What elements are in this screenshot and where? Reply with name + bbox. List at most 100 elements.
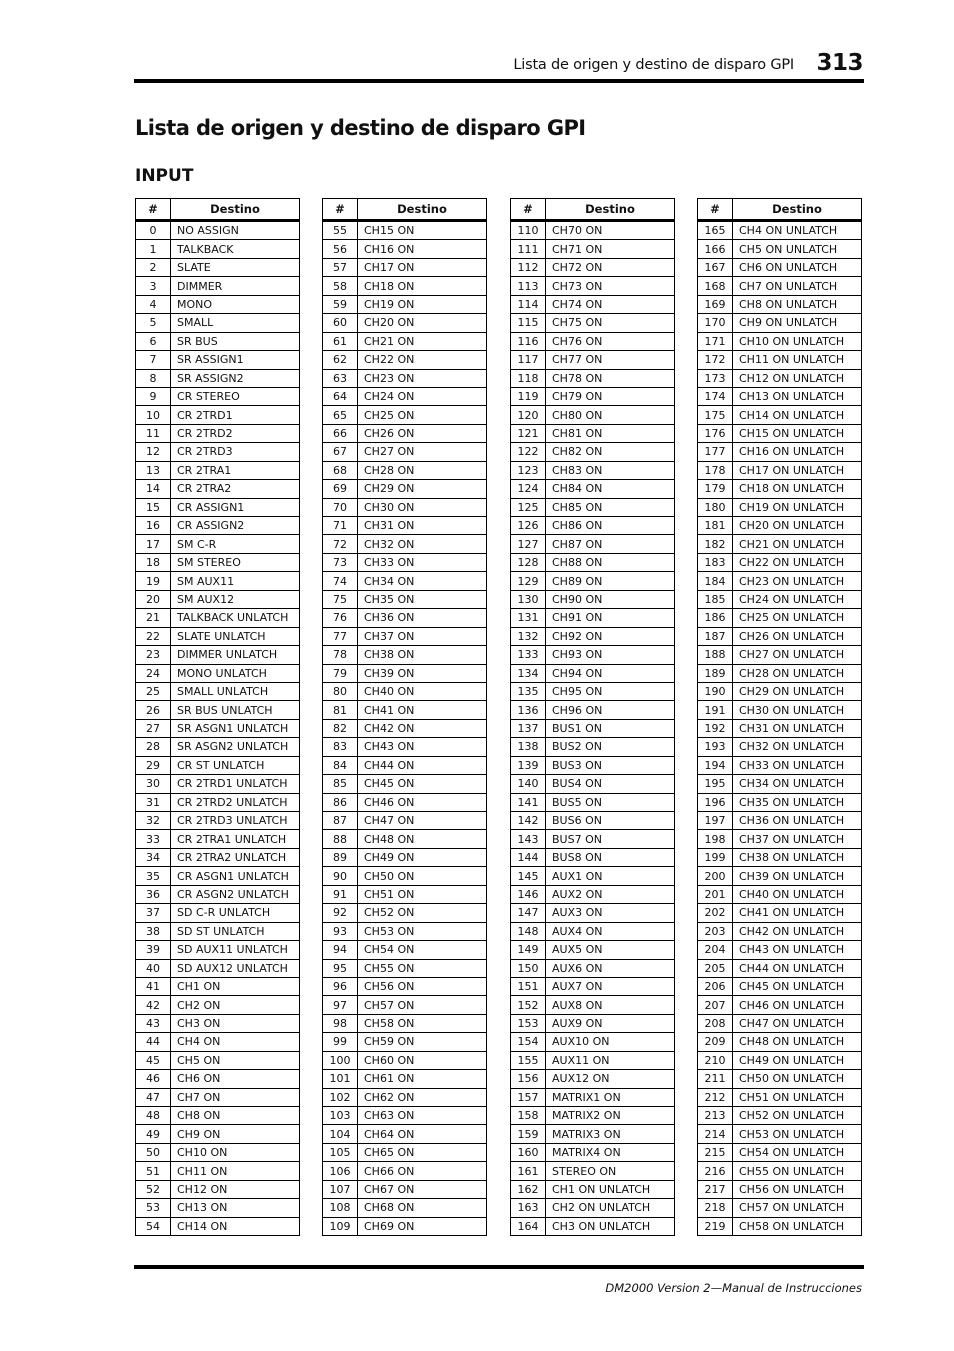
table-row: 181 CH20 ON UNLATCH bbox=[697, 515, 862, 536]
table-row: 68 CH28 ON bbox=[322, 460, 487, 481]
table-row: 24 MONO UNLATCH bbox=[135, 663, 300, 683]
table-row: 106 CH66 ON bbox=[322, 1161, 487, 1181]
table-row: 189 CH28 ON UNLATCH bbox=[697, 663, 862, 683]
row-destination: CH91 ON bbox=[545, 608, 675, 628]
table-row: 105 CH65 ON bbox=[322, 1142, 487, 1163]
row-destination: CH67 ON bbox=[357, 1179, 487, 1200]
row-number: 30 bbox=[135, 774, 171, 794]
row-destination: CH25 ON UNLATCH bbox=[732, 608, 862, 628]
row-destination: CH25 ON bbox=[357, 405, 487, 425]
row-number: 116 bbox=[510, 331, 546, 352]
row-destination: CH96 ON bbox=[545, 700, 675, 720]
table-row: 131 CH91 ON bbox=[510, 608, 675, 628]
row-number: 164 bbox=[510, 1216, 546, 1237]
row-number: 200 bbox=[697, 866, 733, 886]
row-destination: CR ASSIGN1 bbox=[170, 497, 300, 518]
table-row: 194 CH33 ON UNLATCH bbox=[697, 755, 862, 776]
table-row: 73 CH33 ON bbox=[322, 552, 487, 573]
table-row: 145 AUX1 ON bbox=[510, 866, 675, 886]
table-row: 160 MATRIX4 ON bbox=[510, 1142, 675, 1163]
table-row: 187 CH26 ON UNLATCH bbox=[697, 626, 862, 647]
table-row: 13 CR 2TRA1 bbox=[135, 460, 300, 481]
row-destination: CH49 ON bbox=[357, 847, 487, 868]
table-row: 1 TALKBACK bbox=[135, 239, 300, 259]
row-number: 185 bbox=[697, 589, 733, 610]
row-number: 180 bbox=[697, 497, 733, 518]
row-number: 47 bbox=[135, 1087, 171, 1108]
row-number: 215 bbox=[697, 1142, 733, 1163]
row-number: 134 bbox=[510, 663, 546, 683]
row-number: 107 bbox=[322, 1179, 358, 1200]
row-number: 74 bbox=[322, 571, 358, 591]
table-row: 61 CH21 ON bbox=[322, 331, 487, 352]
table-row: 66 CH26 ON bbox=[322, 423, 487, 444]
row-destination: AUX1 ON bbox=[545, 866, 675, 886]
table-row: 36 CR ASGN2 UNLATCH bbox=[135, 884, 300, 905]
row-destination: CH38 ON bbox=[357, 645, 487, 665]
row-number: 91 bbox=[322, 884, 358, 905]
row-number: 111 bbox=[510, 239, 546, 259]
row-number: 93 bbox=[322, 921, 358, 942]
row-destination: CH2 ON bbox=[170, 995, 300, 1015]
row-destination: CH58 ON UNLATCH bbox=[732, 1216, 862, 1237]
row-destination: CH27 ON UNLATCH bbox=[732, 645, 862, 665]
table-row: 54 CH14 ON bbox=[135, 1216, 300, 1237]
row-destination: CH1 ON UNLATCH bbox=[545, 1179, 675, 1200]
row-number: 145 bbox=[510, 866, 546, 886]
column-header-destination: Destino bbox=[732, 198, 862, 222]
column-header-number: # bbox=[510, 198, 546, 222]
table-row: 157 MATRIX1 ON bbox=[510, 1087, 675, 1108]
row-number: 210 bbox=[697, 1050, 733, 1071]
row-destination: CH46 ON bbox=[357, 792, 487, 813]
table-row: 79 CH39 ON bbox=[322, 663, 487, 683]
table-header-row: # Destino bbox=[322, 198, 487, 222]
table-row: 219 CH58 ON UNLATCH bbox=[697, 1216, 862, 1237]
row-destination: DIMMER UNLATCH bbox=[170, 645, 300, 665]
row-destination: CH52 ON bbox=[357, 903, 487, 923]
table-row: 202 CH41 ON UNLATCH bbox=[697, 903, 862, 923]
row-destination: CH61 ON bbox=[357, 1069, 487, 1089]
table-row: 161 STEREO ON bbox=[510, 1161, 675, 1181]
table-row: 125 CH85 ON bbox=[510, 497, 675, 518]
row-number: 169 bbox=[697, 294, 733, 315]
row-destination: CH28 ON bbox=[357, 460, 487, 481]
row-number: 12 bbox=[135, 442, 171, 462]
table-row: 87 CH47 ON bbox=[322, 810, 487, 831]
row-number: 126 bbox=[510, 515, 546, 536]
row-number: 211 bbox=[697, 1069, 733, 1089]
row-destination: CH80 ON bbox=[545, 405, 675, 425]
table-row: 127 CH87 ON bbox=[510, 534, 675, 554]
row-number: 81 bbox=[322, 700, 358, 720]
row-destination: SMALL bbox=[170, 313, 300, 333]
table-row: 132 CH92 ON bbox=[510, 626, 675, 647]
table-row: 198 CH37 ON UNLATCH bbox=[697, 829, 862, 849]
table-row: 107 CH67 ON bbox=[322, 1179, 487, 1200]
row-destination: CH56 ON bbox=[357, 976, 487, 997]
row-number: 58 bbox=[322, 276, 358, 296]
table-row: 139 BUS3 ON bbox=[510, 755, 675, 776]
row-destination: CH7 ON bbox=[170, 1087, 300, 1108]
row-destination: MATRIX2 ON bbox=[545, 1105, 675, 1126]
row-number: 158 bbox=[510, 1105, 546, 1126]
row-destination: CH88 ON bbox=[545, 552, 675, 573]
row-destination: MATRIX3 ON bbox=[545, 1124, 675, 1144]
row-destination: BUS4 ON bbox=[545, 774, 675, 794]
row-number: 103 bbox=[322, 1105, 358, 1126]
row-number: 98 bbox=[322, 1013, 358, 1034]
row-number: 87 bbox=[322, 810, 358, 831]
row-destination: CH48 ON UNLATCH bbox=[732, 1032, 862, 1052]
row-number: 203 bbox=[697, 921, 733, 942]
table-row: 99 CH59 ON bbox=[322, 1032, 487, 1052]
row-destination: CH45 ON bbox=[357, 774, 487, 794]
table-row: 128 CH88 ON bbox=[510, 552, 675, 573]
row-destination: CR ASGN1 UNLATCH bbox=[170, 866, 300, 886]
row-number: 32 bbox=[135, 810, 171, 831]
row-number: 206 bbox=[697, 976, 733, 997]
row-destination: CH9 ON bbox=[170, 1124, 300, 1144]
table-row: 22 SLATE UNLATCH bbox=[135, 626, 300, 647]
row-destination: CH44 ON UNLATCH bbox=[732, 958, 862, 978]
column-header-destination: Destino bbox=[170, 198, 300, 222]
table-row: 67 CH27 ON bbox=[322, 442, 487, 462]
row-number: 178 bbox=[697, 460, 733, 481]
row-number: 204 bbox=[697, 940, 733, 960]
